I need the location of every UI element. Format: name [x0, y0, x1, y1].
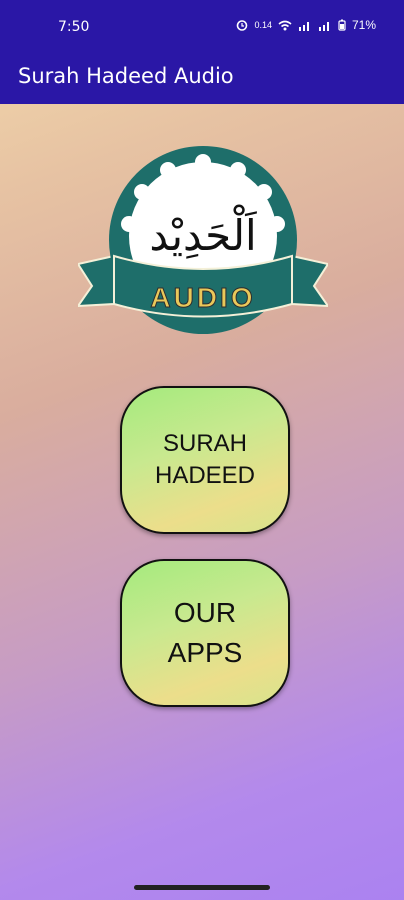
our-apps-button-line1: OUR [173, 597, 237, 628]
app-logo: اَلْحَدِيْد AUDIO [76, 144, 330, 344]
app-bar: Surah Hadeed Audio [0, 54, 404, 104]
surah-hadeed-button-line2: HADEED [154, 462, 256, 489]
battery-label: 71% [351, 18, 376, 32]
app-title: Surah Hadeed Audio [18, 64, 234, 88]
our-apps-button-line2: APPS [167, 637, 243, 668]
home-indicator[interactable] [134, 885, 270, 890]
our-apps-button[interactable]: OUR APPS [120, 559, 290, 707]
status-icons: 0.14 71% [236, 18, 376, 32]
surah-hadeed-button[interactable]: SURAH HADEED [120, 386, 290, 534]
wifi-icon [278, 20, 292, 30]
status-time: 7:50 [58, 19, 90, 35]
logo-audio-text: AUDIO [150, 282, 255, 313]
cell-signal-icon [318, 21, 329, 31]
data-rate-label: 0.14 [254, 20, 272, 30]
alarm-icon [237, 20, 248, 31]
signal-icon [298, 21, 309, 31]
surah-hadeed-button-line1: SURAH [162, 430, 247, 457]
battery-icon [338, 19, 346, 31]
status-bar: 7:50 0.14 71% [0, 0, 404, 54]
logo-arabic-text: اَلْحَدِيْد [149, 204, 257, 260]
